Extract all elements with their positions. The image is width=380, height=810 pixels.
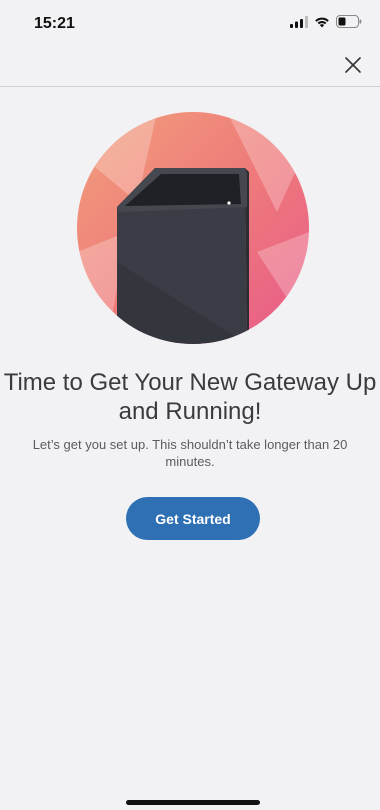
wifi-icon	[314, 15, 330, 33]
status-time: 15:21	[34, 15, 75, 32]
status-icons	[290, 15, 362, 33]
close-button[interactable]	[342, 54, 364, 76]
screen: 15:21 Time to Get Your New Gateway Up an…	[0, 0, 380, 810]
home-indicator	[126, 800, 260, 805]
status-bar: 15:21	[0, 0, 380, 48]
header	[0, 48, 380, 87]
battery-icon	[336, 15, 362, 33]
page-title: Time to Get Your New Gateway Up and Runn…	[3, 369, 377, 425]
close-icon	[345, 57, 361, 73]
signal-icon	[290, 15, 308, 33]
gateway-illustration	[77, 112, 309, 344]
get-started-button[interactable]: Get Started	[126, 497, 260, 540]
page-subtitle: Let’s get you set up. This shouldn’t tak…	[32, 437, 348, 469]
